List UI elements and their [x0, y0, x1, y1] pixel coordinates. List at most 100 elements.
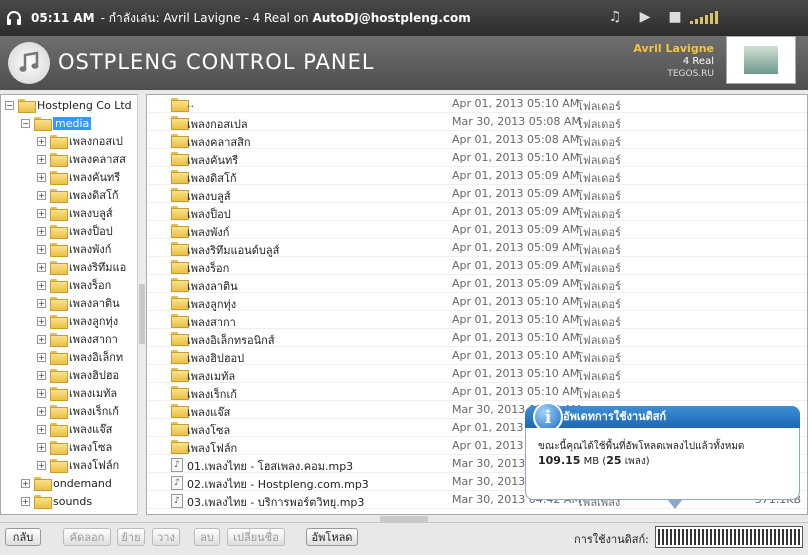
tree-node-genre[interactable]: + เพลงเร็กเก้ — [37, 402, 119, 420]
tree-node-genre[interactable]: + เพลงเมทัล — [37, 384, 117, 402]
expand-icon[interactable]: + — [37, 388, 46, 398]
tree-node-root[interactable]: − Hostpleng Co Ltd — [5, 96, 132, 114]
tree-node-genre[interactable]: + เพลงริทึมแอ — [37, 258, 126, 276]
music-note-icon[interactable]: ♫ — [606, 8, 624, 26]
tree-label: ondemand — [53, 476, 112, 490]
expand-icon[interactable]: + — [37, 280, 46, 290]
expand-icon[interactable]: + — [37, 262, 46, 272]
tree-node-genre[interactable]: + เพลงกอสเป — [37, 132, 123, 150]
song-artist: Avril Lavigne — [633, 42, 714, 55]
folder-row[interactable]: เพลงบลูส์ Apr 01, 2013 05:09 AM โฟลเดอร์ — [147, 185, 807, 203]
folder-row[interactable]: เพลงป็อป Apr 01, 2013 05:09 AM โฟลเดอร์ — [147, 203, 807, 221]
tree-node-genre[interactable]: + เพลงโฟล์ก — [37, 456, 119, 474]
tree-label: เพลงกอสเป — [69, 135, 123, 148]
folder-icon — [171, 368, 189, 382]
folder-row[interactable]: เพลงกอสเปล Mar 30, 2013 05:08 AM โฟลเดอร์ — [147, 113, 807, 131]
expand-icon[interactable]: + — [37, 298, 46, 308]
folder-row[interactable]: เพลงดิสโก้ Apr 01, 2013 05:09 AM โฟลเดอร์ — [147, 167, 807, 185]
tree-node-genre[interactable]: + เพลงฮิปฮอ — [37, 366, 119, 384]
folder-row[interactable]: เพลงลาติน Apr 01, 2013 05:09 AM โฟลเดอร์ — [147, 275, 807, 293]
expand-icon[interactable]: + — [37, 442, 46, 452]
tree-node-sounds[interactable]: + sounds — [21, 492, 92, 510]
expand-icon[interactable]: + — [37, 190, 46, 200]
expand-icon[interactable]: + — [37, 172, 46, 182]
folder-icon — [50, 189, 68, 203]
folder-row[interactable]: เพลงสากา Apr 01, 2013 05:10 AM โฟลเดอร์ — [147, 311, 807, 329]
upload-button[interactable]: อัพโหลด — [306, 528, 358, 546]
file-date: Apr 01, 2013 05:10 AM — [452, 313, 580, 326]
expand-icon[interactable]: + — [37, 154, 46, 164]
folder-icon — [50, 423, 68, 437]
tree-node-media[interactable]: − media — [21, 114, 92, 132]
folder-icon — [34, 117, 52, 131]
delete-button[interactable]: ลบ — [194, 528, 220, 546]
folder-row[interactable]: เพลงคันทรี Apr 01, 2013 05:10 AM โฟลเดอร์ — [147, 149, 807, 167]
expand-icon[interactable]: + — [37, 406, 46, 416]
folder-row[interactable]: เพลงริทึมแอนด์บลูส์ Apr 01, 2013 05:09 AM… — [147, 239, 807, 257]
paste-button[interactable]: วาง — [152, 528, 180, 546]
folder-icon — [50, 243, 68, 257]
folder-row[interactable]: เพลงอิเล็กทรอนิกส์ Apr 01, 2013 05:10 AM โ… — [147, 329, 807, 347]
folder-row[interactable]: เพลงร็อก Apr 01, 2013 05:09 AM โฟลเดอร์ — [147, 257, 807, 275]
expand-icon[interactable]: + — [37, 424, 46, 434]
expand-icon[interactable]: + — [37, 460, 46, 470]
folder-row[interactable]: เพลงคลาสสิก Apr 01, 2013 05:08 AM โฟลเดอร์ — [147, 131, 807, 149]
tree-node-genre[interactable]: + เพลงป็อป — [37, 222, 113, 240]
collapse-icon[interactable]: − — [5, 100, 14, 110]
collapse-icon[interactable]: − — [21, 118, 30, 128]
folder-row[interactable]: .. Apr 01, 2013 05:10 AM โฟลเดอร์ — [147, 95, 807, 113]
folder-row[interactable]: เพลงเมทัล Apr 01, 2013 05:10 AM โฟลเดอร์ — [147, 365, 807, 383]
play-icon[interactable]: ▶ — [636, 8, 654, 26]
folder-icon — [50, 279, 68, 293]
tree-node-genre[interactable]: + เพลงพังก์ — [37, 240, 111, 258]
folder-icon — [171, 404, 189, 418]
tree-scrollbar[interactable] — [137, 94, 146, 515]
tree-label: เพลงสากา — [69, 333, 118, 346]
tree-node-genre[interactable]: + เพลงลาติน — [37, 294, 120, 312]
tree-node-genre[interactable]: + เพลงแจ๊ส — [37, 420, 112, 438]
stop-icon[interactable]: ■ — [666, 8, 684, 26]
folder-row[interactable]: เพลงลูกทุ่ง Apr 01, 2013 05:10 AM โฟลเดอร์ — [147, 293, 807, 311]
tree-node-genre[interactable]: + เพลงคลาสส — [37, 150, 126, 168]
folder-row[interactable]: เพลงพังก์ Apr 01, 2013 05:09 AM โฟลเดอร์ — [147, 221, 807, 239]
tree-node-genre[interactable]: + เพลงสากา — [37, 330, 118, 348]
rename-button[interactable]: เปลี่ยนชื่อ — [227, 528, 285, 546]
tree-node-ondemand[interactable]: + ondemand — [21, 474, 112, 492]
tree-label: เพลงลาติน — [69, 297, 120, 310]
tree-node-genre[interactable]: + เพลงดิสโก้ — [37, 186, 119, 204]
tree-node-genre[interactable]: + เพลงร็อก — [37, 276, 111, 294]
expand-icon[interactable]: + — [37, 316, 46, 326]
folder-icon — [50, 369, 68, 383]
volume-level-icon[interactable] — [690, 10, 718, 24]
copy-button[interactable]: คัดลอก — [63, 528, 111, 546]
move-button[interactable]: ย้าย — [117, 528, 145, 546]
expand-icon[interactable]: + — [37, 226, 46, 236]
expand-icon[interactable]: + — [37, 208, 46, 218]
expand-icon[interactable]: + — [37, 334, 46, 344]
file-date: Apr 01, 2013 05:09 AM — [452, 241, 580, 254]
disk-usage-popup[interactable]: อัพเดทการใช้งานดิสก์ i ขณะนี้คุณได้ใช้พื… — [525, 398, 800, 509]
tree-node-genre[interactable]: + เพลงบลูส์ — [37, 204, 113, 222]
file-date: Apr 01, 2013 05:10 AM — [452, 295, 580, 308]
expand-icon[interactable]: + — [21, 496, 30, 506]
popup-message: ขณะนี้คุณได้ใช้พื้นที่อัพโหลดเพลงไปแล้วท… — [538, 441, 745, 452]
folder-icon — [171, 332, 189, 346]
tree-node-genre[interactable]: + เพลงอิเล็กท — [37, 348, 123, 366]
file-date: Apr 01, 2013 05:09 AM — [452, 205, 580, 218]
expand-icon[interactable]: + — [37, 352, 46, 362]
expand-icon[interactable]: + — [21, 478, 30, 488]
folder-icon — [34, 477, 52, 491]
folder-icon — [18, 99, 36, 113]
expand-icon[interactable]: + — [37, 370, 46, 380]
tree-node-genre[interactable]: + เพลงโซล — [37, 438, 112, 456]
file-date: Apr 01, 2013 05:10 AM — [452, 151, 580, 164]
popup-size-value: 109.15 — [538, 454, 581, 467]
tree-node-genre[interactable]: + เพลงลูกทุ่ง — [37, 312, 118, 330]
file-name: .. — [187, 97, 194, 110]
folder-row[interactable]: เพลงฮิปฮอป Apr 01, 2013 05:10 AM โฟลเดอร์ — [147, 347, 807, 365]
popup-count-suffix: เพลง) — [621, 456, 650, 467]
tree-node-genre[interactable]: + เพลงคันทรี — [37, 168, 120, 186]
expand-icon[interactable]: + — [37, 136, 46, 146]
expand-icon[interactable]: + — [37, 244, 46, 254]
back-button[interactable]: กลับ — [5, 528, 41, 546]
